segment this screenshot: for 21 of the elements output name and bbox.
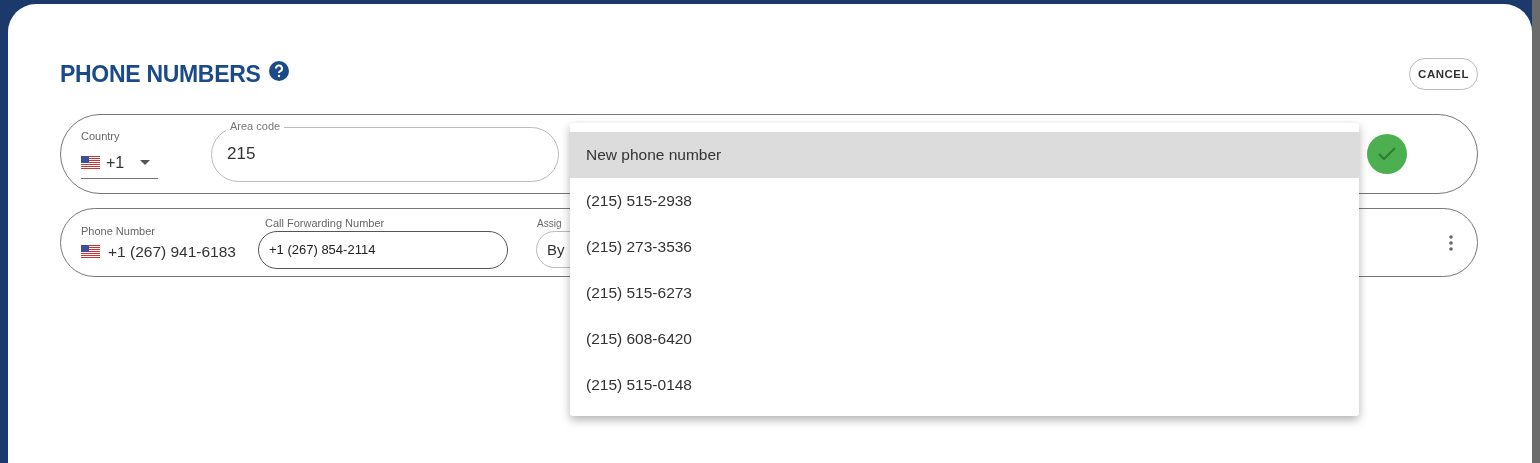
field-label: Assig (536, 217, 563, 229)
phone-number: +1 (267) 941-6183 (81, 242, 258, 261)
dialog-title: PHONE NUMBERS (60, 60, 261, 88)
cancel-button[interactable]: CANCEL (1409, 58, 1478, 90)
more-icon[interactable] (1449, 234, 1453, 251)
menu-option[interactable]: (215) 515-0148 (570, 362, 1359, 408)
help-icon[interactable] (268, 60, 289, 81)
field-label: Phone Number (81, 224, 156, 237)
us-flag-icon (81, 156, 100, 169)
confirm-button[interactable] (1367, 134, 1407, 174)
field-label: Call Forwarding Number (264, 216, 386, 229)
menu-option[interactable]: New phone number (570, 132, 1359, 178)
menu-option[interactable]: (215) 515-6273 (570, 270, 1359, 316)
menu-option[interactable]: (215) 515-2938 (570, 178, 1359, 224)
menu-option[interactable]: (215) 273-3536 (570, 224, 1359, 270)
menu-option[interactable]: (215) 608-6420 (570, 316, 1359, 362)
field-label: Country (81, 129, 121, 142)
country-select[interactable]: +1 (81, 147, 158, 179)
caret-icon (140, 160, 151, 165)
check-icon (1378, 147, 1396, 161)
us-flag-icon (81, 245, 100, 258)
